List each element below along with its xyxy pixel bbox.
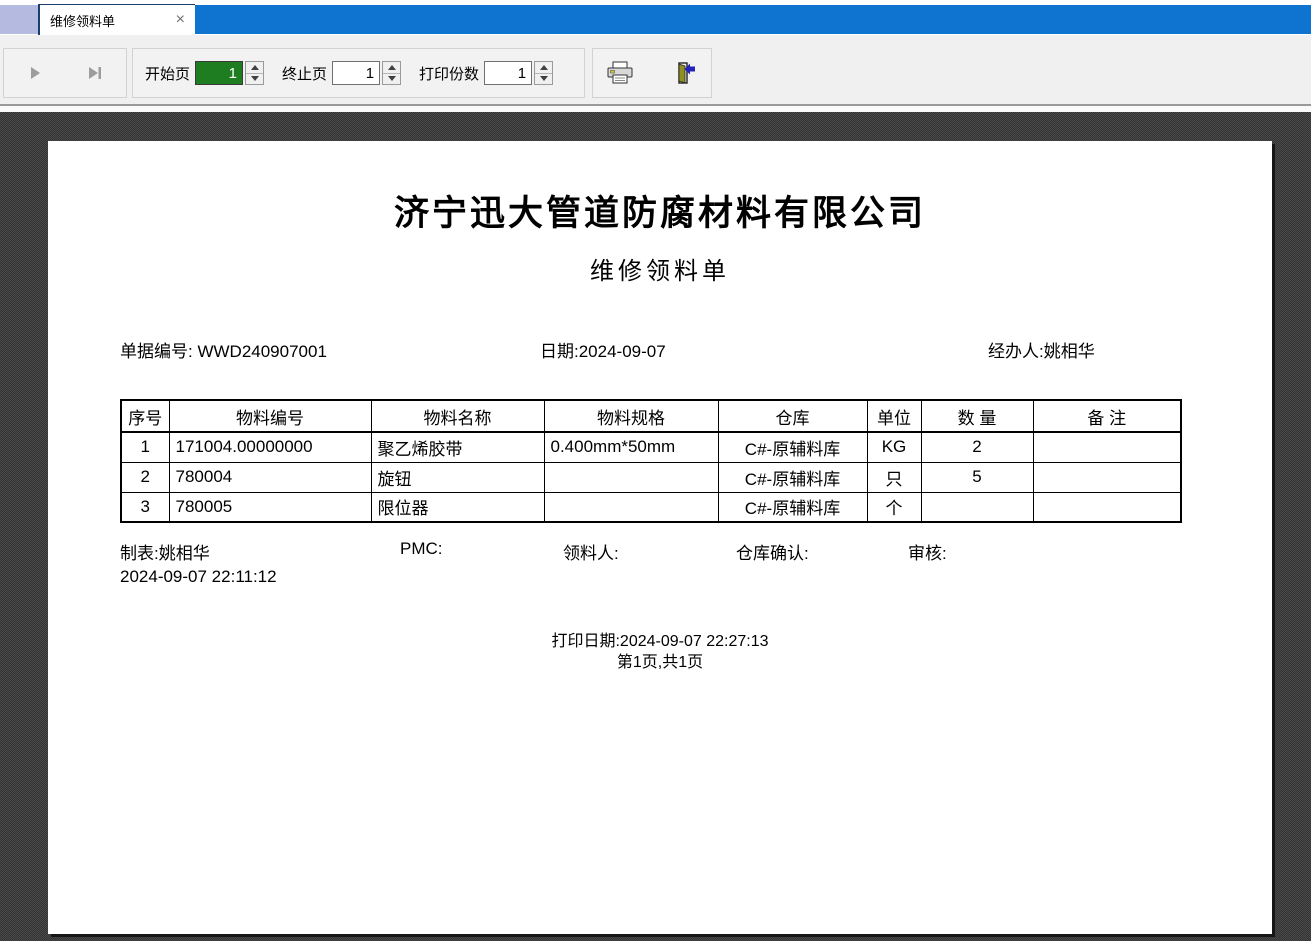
table-header-cell: 备 注: [1033, 400, 1181, 432]
table-header-cell: 序号: [121, 400, 169, 432]
end-page-input[interactable]: 1: [332, 61, 380, 85]
table-row: 3780005限位器 C#-原辅料库个: [121, 492, 1181, 522]
table-cell: 780004: [169, 462, 371, 492]
table-cell: [921, 492, 1033, 522]
spinner-down-button[interactable]: [246, 73, 263, 85]
table-header-cell: 仓库: [718, 400, 867, 432]
print-button[interactable]: [603, 56, 637, 90]
exit-door-icon: [670, 61, 698, 85]
spinner-down-button[interactable]: [535, 73, 552, 85]
table-header-row: 序号物料编号物料名称物料规格仓库单位数 量备 注: [121, 400, 1181, 432]
table-cell: 0.400mm*50mm: [544, 432, 718, 462]
table-cell: [1033, 462, 1181, 492]
signature-row: 制表:姚相华 PMC: 领料人: 仓库确认: 审核:: [48, 539, 1272, 561]
page-settings-group: 开始页 1 终止页 1 打印份数 1: [132, 48, 585, 98]
triangle-up-icon: [540, 65, 548, 70]
items-table: 序号物料编号物料名称物料规格仓库单位数 量备 注 1171004.0000000…: [120, 399, 1182, 523]
tab-title: 维修领料单: [50, 11, 115, 30]
exit-button[interactable]: [667, 56, 701, 90]
end-page-spinner: [382, 61, 401, 85]
spinner-down-button[interactable]: [383, 73, 400, 85]
table-cell: 旋钮: [371, 462, 544, 492]
toolbar: 开始页 1 终止页 1 打印份数 1: [0, 35, 1311, 106]
table-cell: [544, 462, 718, 492]
tab-bar: 维修领料单 ×: [0, 0, 1311, 35]
start-page-spinner: [245, 61, 264, 85]
spinner-up-button[interactable]: [246, 62, 263, 73]
start-page-label: 开始页: [145, 63, 190, 84]
table-cell: 780005: [169, 492, 371, 522]
preview-background: 济宁迅大管道防腐材料有限公司 维修领料单 单据编号: WWD240907001 …: [0, 112, 1311, 941]
table-cell: C#-原辅料库: [718, 432, 867, 462]
preview-area: 济宁迅大管道防腐材料有限公司 维修领料单 单据编号: WWD240907001 …: [0, 106, 1311, 941]
document-info-row: 单据编号: WWD240907001 日期:2024-09-07 经办人:姚相华: [48, 337, 1272, 359]
table-cell: [544, 492, 718, 522]
table-cell: [1033, 432, 1181, 462]
table-cell: KG: [867, 432, 921, 462]
spinner-up-button[interactable]: [383, 62, 400, 73]
tab-bar-spacer: [0, 5, 38, 34]
triangle-down-icon: [540, 76, 548, 81]
make-time: 2024-09-07 22:11:12: [120, 567, 277, 587]
picker-label: 领料人:: [563, 539, 619, 564]
table-body: 1171004.00000000聚乙烯胶带0.400mm*50mmC#-原辅料库…: [121, 432, 1181, 522]
triangle-down-icon: [388, 76, 396, 81]
table-cell: 3: [121, 492, 169, 522]
page-navigation-group: [3, 48, 127, 98]
tab-repair-requisition[interactable]: 维修领料单 ×: [38, 4, 195, 35]
page-info: 第1页,共1页: [48, 648, 1272, 672]
document-page: 济宁迅大管道防腐材料有限公司 维修领料单 单据编号: WWD240907001 …: [48, 141, 1272, 934]
table-header-cell: 物料名称: [371, 400, 544, 432]
end-page-label: 终止页: [282, 63, 327, 84]
copies-spinner: [534, 61, 553, 85]
table-cell: 5: [921, 462, 1033, 492]
printer-icon: [606, 61, 634, 85]
table-cell: 限位器: [371, 492, 544, 522]
document-number: 单据编号: WWD240907001: [120, 337, 327, 362]
table-cell: 171004.00000000: [169, 432, 371, 462]
handler-name: 经办人:姚相华: [988, 337, 1095, 362]
table-header-cell: 物料规格: [544, 400, 718, 432]
document-date: 日期:2024-09-07: [540, 337, 666, 362]
table-header-cell: 数 量: [921, 400, 1033, 432]
table-cell: C#-原辅料库: [718, 492, 867, 522]
form-title: 维修领料单: [48, 251, 1272, 286]
pmc-label: PMC:: [400, 539, 443, 559]
table-cell: 只: [867, 462, 921, 492]
table-cell: [1033, 492, 1181, 522]
close-icon[interactable]: ×: [176, 12, 185, 28]
table-header-cell: 单位: [867, 400, 921, 432]
play-icon: [27, 65, 43, 81]
start-page-input[interactable]: 1: [195, 61, 243, 85]
maker-label: 制表:姚相华: [120, 539, 210, 564]
print-preview-window: 维修领料单 × 开始页 1: [0, 0, 1311, 941]
table-cell: 1: [121, 432, 169, 462]
warehouse-confirm-label: 仓库确认:: [736, 539, 809, 564]
spinner-up-button[interactable]: [535, 62, 552, 73]
triangle-down-icon: [251, 76, 259, 81]
tab-bar-fill: [195, 5, 1311, 34]
copies-label: 打印份数: [419, 63, 479, 84]
table-cell: 聚乙烯胶带: [371, 432, 544, 462]
auditor-label: 审核:: [908, 539, 947, 564]
table-header-cell: 物料编号: [169, 400, 371, 432]
table-cell: 个: [867, 492, 921, 522]
table-cell: 2: [921, 432, 1033, 462]
last-page-button[interactable]: [82, 60, 108, 86]
skip-to-end-icon: [86, 65, 104, 81]
next-page-button[interactable]: [22, 60, 48, 86]
copies-input[interactable]: 1: [484, 61, 532, 85]
table-cell: 2: [121, 462, 169, 492]
table-cell: C#-原辅料库: [718, 462, 867, 492]
triangle-up-icon: [388, 65, 396, 70]
triangle-up-icon: [251, 65, 259, 70]
actions-group: [592, 48, 712, 98]
company-title: 济宁迅大管道防腐材料有限公司: [48, 185, 1272, 236]
table-row: 2780004旋钮 C#-原辅料库只5: [121, 462, 1181, 492]
table-row: 1171004.00000000聚乙烯胶带0.400mm*50mmC#-原辅料库…: [121, 432, 1181, 462]
